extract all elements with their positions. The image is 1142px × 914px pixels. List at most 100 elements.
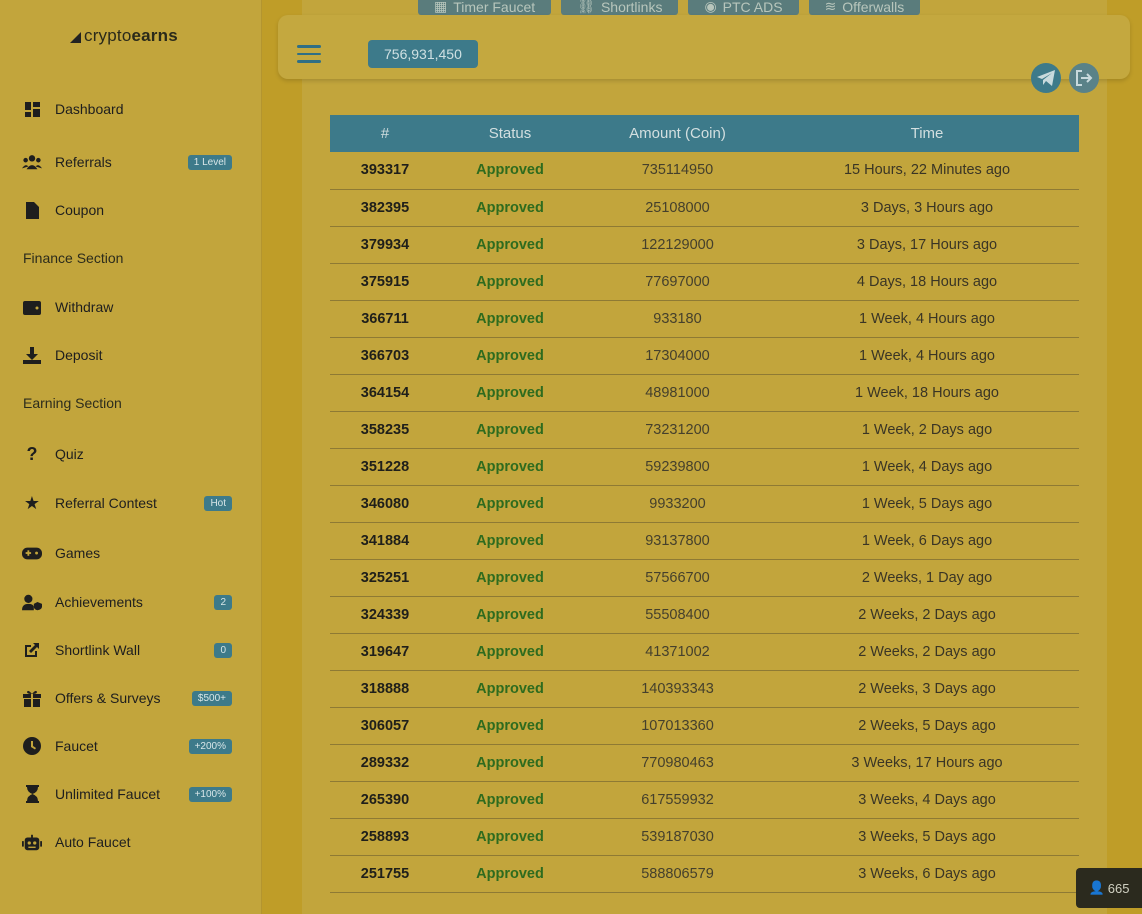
row-time: 3 Weeks, 6 Days ago bbox=[775, 855, 1079, 893]
sidebar-item-offers-surveys[interactable]: Offers & Surveys $500+ bbox=[22, 686, 232, 710]
row-id: 325251 bbox=[330, 559, 440, 597]
gamepad-icon bbox=[22, 544, 42, 562]
row-time: 2 Weeks, 3 Days ago bbox=[775, 670, 1079, 708]
sidebar-item-shortlink-wall[interactable]: Shortlink Wall 0 bbox=[22, 638, 232, 662]
sidebar-item-achievements[interactable]: Achievements 2 bbox=[22, 590, 232, 614]
row-time: 1 Week, 2 Days ago bbox=[775, 411, 1079, 449]
sidebar-item-quiz[interactable]: ? Quiz bbox=[22, 442, 232, 466]
row-amount: 770980463 bbox=[580, 744, 775, 782]
row-amount: 933180 bbox=[580, 300, 775, 338]
sidebar-item-dashboard[interactable]: Dashboard bbox=[22, 97, 232, 121]
row-id: 366711 bbox=[330, 300, 440, 338]
tab-timer-faucet[interactable]: ▦ Timer Faucet bbox=[418, 0, 552, 15]
row-status: Approved bbox=[440, 374, 580, 412]
telegram-button[interactable] bbox=[1031, 63, 1061, 93]
table-row: 319647 Approved 41371002 2 Weeks, 2 Days ag… bbox=[330, 633, 1079, 671]
tab-label: Shortlinks bbox=[600, 0, 663, 15]
row-id: 379934 bbox=[330, 226, 440, 264]
row-id: 341884 bbox=[330, 522, 440, 560]
row-status: Approved bbox=[440, 781, 580, 819]
sidebar-item-deposit[interactable]: Deposit bbox=[22, 343, 232, 367]
brand-logo[interactable]: crypto earns bbox=[70, 26, 178, 46]
row-amount: 140393343 bbox=[580, 670, 775, 708]
question-icon: ? bbox=[26, 443, 38, 464]
bonus-badge: +200% bbox=[188, 738, 232, 754]
row-time: 1 Week, 18 Hours ago bbox=[775, 374, 1079, 412]
tab-offerwalls[interactable]: ≋ Offerwalls bbox=[808, 0, 921, 15]
row-status: Approved bbox=[440, 152, 580, 190]
row-time: 1 Week, 4 Hours ago bbox=[775, 337, 1079, 375]
row-amount: 539187030 bbox=[580, 818, 775, 856]
logout-button[interactable] bbox=[1069, 63, 1099, 93]
sidebar-item-referrals[interactable]: Referrals 1 Level bbox=[22, 150, 232, 174]
finance-section-title: Finance Section bbox=[23, 250, 124, 266]
logo-triangle-icon bbox=[70, 31, 81, 43]
row-id: 375915 bbox=[330, 263, 440, 301]
sidebar-item-auto-faucet[interactable]: Auto Faucet bbox=[22, 830, 232, 854]
sidebar-item-unlimited-faucet[interactable]: Unlimited Faucet +100% bbox=[22, 782, 232, 806]
sidebar-item-label: Deposit bbox=[55, 347, 103, 363]
reward-badge: $500+ bbox=[191, 690, 232, 706]
sidebar-item-label: Achievements bbox=[55, 594, 143, 610]
tab-label: Offerwalls bbox=[842, 0, 905, 15]
row-time: 3 Weeks, 5 Days ago bbox=[775, 818, 1079, 856]
sidebar-item-referral-contest[interactable]: ★ Referral Contest Hot bbox=[22, 491, 232, 515]
brand-suffix: earns bbox=[131, 26, 178, 45]
row-time: 2 Weeks, 1 Day ago bbox=[775, 559, 1079, 597]
row-status: Approved bbox=[440, 263, 580, 301]
table-row: 265390 Approved 617559932 3 Weeks, 4 Days a… bbox=[330, 781, 1079, 819]
clock-icon bbox=[22, 737, 42, 755]
table-row: 379934 Approved 122129000 3 Days, 17 Hours … bbox=[330, 226, 1079, 264]
table-row: 306057 Approved 107013360 2 Weeks, 5 Days a… bbox=[330, 707, 1079, 745]
sidebar-item-label: Shortlink Wall bbox=[55, 642, 141, 658]
row-status: Approved bbox=[440, 522, 580, 560]
online-users-counter[interactable]: 👤 665 bbox=[1076, 868, 1142, 908]
table-row: 346080 Approved 9933200 1 Week, 5 Days ago bbox=[330, 485, 1079, 523]
download-icon bbox=[22, 346, 42, 364]
sidebar-item-coupon[interactable]: Coupon bbox=[22, 198, 232, 222]
column-header-status: Status bbox=[440, 115, 580, 152]
row-status: Approved bbox=[440, 485, 580, 523]
tab-ptc-ads[interactable]: ◉ PTC ADS bbox=[688, 0, 799, 15]
row-id: 358235 bbox=[330, 411, 440, 449]
level-badge: 1 Level bbox=[187, 154, 232, 170]
row-amount: 41371002 bbox=[580, 633, 775, 671]
row-time: 2 Weeks, 2 Days ago bbox=[775, 596, 1079, 634]
row-id: 265390 bbox=[330, 781, 440, 819]
column-header-amount: Amount (Coin) bbox=[580, 115, 775, 152]
hourglass-icon bbox=[22, 785, 42, 803]
row-status: Approved bbox=[440, 818, 580, 856]
sidebar-item-label: Coupon bbox=[55, 202, 105, 218]
table-row: 341884 Approved 93137800 1 Week, 6 Days ago bbox=[330, 522, 1079, 560]
telegram-icon bbox=[1037, 70, 1055, 86]
row-status: Approved bbox=[440, 300, 580, 338]
sidebar-item-games[interactable]: Games bbox=[22, 541, 232, 565]
menu-toggle-icon[interactable] bbox=[297, 45, 321, 63]
row-status: Approved bbox=[440, 633, 580, 671]
row-id: 318888 bbox=[330, 670, 440, 708]
table-row: 364154 Approved 48981000 1 Week, 18 Hours a… bbox=[330, 374, 1079, 412]
column-header-time: Time bbox=[775, 115, 1079, 152]
row-amount: 588806579 bbox=[580, 855, 775, 893]
logout-icon bbox=[1076, 70, 1093, 86]
top-tabs: ▦ Timer Faucet ⛓ Shortlinks ◉ PTC ADS ≋ … bbox=[418, 0, 921, 15]
row-amount: 57566700 bbox=[580, 559, 775, 597]
sidebar-item-label: Referral Contest bbox=[55, 495, 157, 511]
row-time: 3 Days, 17 Hours ago bbox=[775, 226, 1079, 264]
link-icon: ⛓ bbox=[577, 0, 595, 14]
sidebar-item-faucet[interactable]: Faucet +200% bbox=[22, 734, 232, 758]
row-time: 2 Weeks, 5 Days ago bbox=[775, 707, 1079, 745]
sidebar-item-withdraw[interactable]: Withdraw bbox=[22, 295, 232, 319]
table-row: 325251 Approved 57566700 2 Weeks, 1 Day ago bbox=[330, 559, 1079, 597]
row-time: 3 Days, 3 Hours ago bbox=[775, 189, 1079, 227]
dashboard-icon bbox=[22, 100, 42, 118]
eye-icon: ◉ bbox=[704, 0, 717, 14]
row-time: 1 Week, 5 Days ago bbox=[775, 485, 1079, 523]
table-row: 289332 Approved 770980463 3 Weeks, 17 Hours… bbox=[330, 744, 1079, 782]
row-status: Approved bbox=[440, 411, 580, 449]
row-status: Approved bbox=[440, 855, 580, 893]
tab-shortlinks[interactable]: ⛓ Shortlinks bbox=[561, 0, 679, 15]
count-badge: 0 bbox=[214, 642, 232, 658]
row-id: 364154 bbox=[330, 374, 440, 412]
user-icon: 👤 bbox=[1088, 880, 1105, 895]
